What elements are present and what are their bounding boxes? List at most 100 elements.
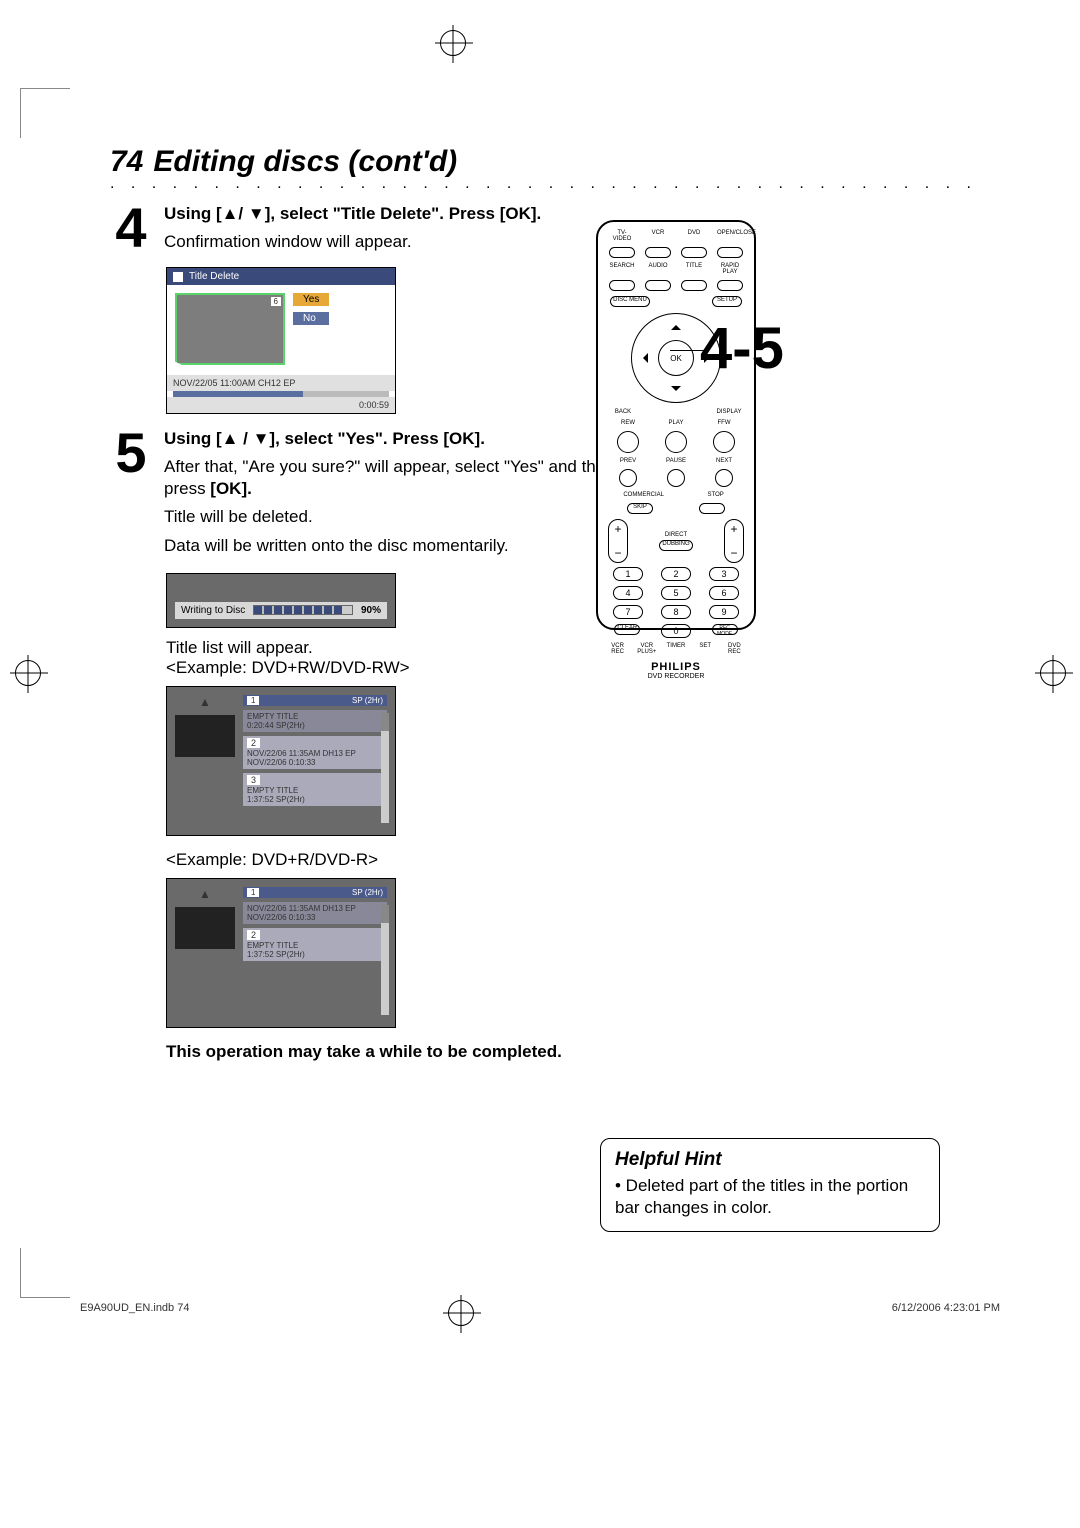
completion-note: This operation may take a while to be co… bbox=[166, 1042, 970, 1062]
btn-prev[interactable] bbox=[619, 469, 637, 487]
btn-1[interactable]: 1 bbox=[613, 567, 643, 581]
tlist1-scrollbar[interactable] bbox=[381, 713, 389, 823]
title-list-intro: Title list will appear. bbox=[166, 638, 970, 658]
step5-heading: Using [▲ / ▼], select "Yes". Press [OK]. bbox=[164, 428, 644, 450]
example2-label: <Example: DVD+R/DVD-R> bbox=[166, 850, 970, 870]
crop-mark-bl bbox=[20, 1248, 70, 1298]
step5-body2: Title will be deleted. bbox=[164, 506, 644, 528]
tlist2-n1: 1 bbox=[247, 888, 259, 897]
tlist2-sp: SP (2Hr) bbox=[352, 888, 383, 897]
btn-3[interactable]: 3 bbox=[709, 567, 739, 581]
btn-4[interactable]: 4 bbox=[613, 586, 643, 600]
lbl-dvd: DVD bbox=[681, 230, 707, 242]
lbl-ffw: FFW bbox=[711, 420, 737, 426]
lbl-timer: TIMER bbox=[666, 643, 686, 655]
tlist2-item2[interactable]: 2EMPTY TITLE1:37:52 SP(2Hr) bbox=[243, 928, 387, 961]
tlist1-item2[interactable]: 2NOV/22/06 11:35AM DH13 EPNOV/22/06 0:10… bbox=[243, 736, 387, 769]
dialog-title: Title Delete bbox=[189, 271, 239, 282]
title-delete-dialog: Title Delete 6 Yes No ▶ NOV/22/05 11:00A… bbox=[166, 267, 396, 414]
lbl-pause: PAUSE bbox=[663, 458, 689, 464]
tlist1-n1: 1 bbox=[247, 696, 259, 705]
btn-6[interactable]: 6 bbox=[709, 586, 739, 600]
step5-body1: After that, "Are you sure?" will appear,… bbox=[164, 456, 644, 500]
lbl-play: PLAY bbox=[663, 420, 689, 426]
lbl-commercial: COMMERCIAL bbox=[623, 492, 664, 498]
lbl-vcrplus: VCR PLUS+ bbox=[637, 643, 657, 655]
btn-ffw[interactable] bbox=[713, 431, 735, 453]
btn-clear[interactable]: CLEAR bbox=[614, 624, 640, 635]
writing-progress bbox=[253, 605, 353, 615]
btn-audio[interactable] bbox=[645, 280, 671, 291]
tlist2-scrollbar[interactable] bbox=[381, 905, 389, 1015]
up-arrow-icon: ▲ bbox=[175, 695, 235, 709]
btn-5[interactable]: 5 bbox=[661, 586, 691, 600]
lbl-stop: STOP bbox=[703, 492, 729, 498]
btn-rapidplay[interactable] bbox=[717, 280, 743, 291]
btn-ok[interactable]: OK bbox=[658, 340, 694, 376]
btn-dvd[interactable] bbox=[681, 247, 707, 258]
btn-openclose[interactable] bbox=[717, 247, 743, 258]
dpad-up-icon[interactable] bbox=[671, 320, 681, 330]
btn-dubbing[interactable]: DUBBING bbox=[659, 540, 693, 551]
lbl-prev: PREV bbox=[615, 458, 641, 464]
dialog-icon bbox=[173, 272, 183, 282]
hint-body: • Deleted part of the titles in the port… bbox=[615, 1175, 925, 1219]
title-dots: . . . . . . . . . . . . . . . . . . . . … bbox=[110, 175, 970, 193]
tv-vol-rocker[interactable]: +− bbox=[608, 519, 628, 563]
opt-yes[interactable]: Yes bbox=[293, 293, 329, 306]
lbl-tvvideo: TV-VIDEO bbox=[609, 230, 635, 242]
tv-ch-rocker[interactable]: +− bbox=[724, 519, 744, 563]
btn-search[interactable] bbox=[609, 280, 635, 291]
btn-play[interactable] bbox=[665, 431, 687, 453]
btn-recmode[interactable]: REC MODE bbox=[712, 624, 738, 635]
page-number: 74 bbox=[110, 145, 143, 179]
lbl-openclose: OPEN/CLOSE bbox=[717, 230, 743, 242]
step5-body3: Data will be written onto the disc momen… bbox=[164, 535, 644, 557]
btn-tvvideo[interactable] bbox=[609, 247, 635, 258]
tlist1-thumb bbox=[175, 715, 235, 757]
lbl-vcrrec: VCR REC bbox=[608, 643, 628, 655]
tlist1-item1[interactable]: EMPTY TITLE0:20:44 SP(2Hr) bbox=[243, 710, 387, 732]
lbl-dvdrec: DVD REC bbox=[724, 643, 744, 655]
btn-vcr[interactable] bbox=[645, 247, 671, 258]
remote-control-illustration: TV-VIDEO VCR DVD OPEN/CLOSE SEARCH AUDIO… bbox=[596, 220, 756, 630]
dialog-footer-left: NOV/22/05 11:00AM CH12 EP bbox=[173, 378, 295, 388]
lbl-back: BACK bbox=[610, 409, 636, 415]
btn-discmenu[interactable]: DISC MENU bbox=[610, 296, 650, 307]
dpad-down-icon[interactable] bbox=[671, 386, 681, 396]
btn-stop[interactable] bbox=[699, 503, 725, 514]
crop-mark-tl bbox=[20, 88, 70, 138]
tlist1-item3[interactable]: 3EMPTY TITLE1:37:52 SP(2Hr) bbox=[243, 773, 387, 806]
lbl-audio: AUDIO bbox=[645, 263, 671, 275]
btn-7[interactable]: 7 bbox=[613, 605, 643, 619]
lbl-next: NEXT bbox=[711, 458, 737, 464]
footer-date: 6/12/2006 4:23:01 PM bbox=[892, 1302, 1000, 1314]
btn-pause[interactable] bbox=[667, 469, 685, 487]
btn-0[interactable]: 0 bbox=[661, 624, 691, 638]
btn-9[interactable]: 9 bbox=[709, 605, 739, 619]
callout-4-5: 4-5 bbox=[700, 315, 784, 382]
brand-sub: DVD RECORDER bbox=[604, 673, 748, 680]
footer-file: E9A90UD_EN.indb 74 bbox=[80, 1302, 189, 1314]
registration-mark-left bbox=[15, 660, 41, 686]
btn-skip[interactable]: SKIP bbox=[627, 503, 653, 514]
lbl-vcr: VCR bbox=[645, 230, 671, 242]
example1-label: <Example: DVD+RW/DVD-RW> bbox=[166, 658, 970, 678]
title-list-r: ▲ 1SP (2Hr) NOV/22/06 11:35AM DH13 EPNOV… bbox=[166, 878, 396, 1028]
step5-number: 5 bbox=[110, 428, 152, 562]
lbl-set: SET bbox=[695, 643, 715, 655]
opt-no[interactable]: No bbox=[293, 312, 329, 325]
step4-number: 4 bbox=[110, 203, 152, 259]
title-list-rw: ▲ 1SP (2Hr) EMPTY TITLE0:20:44 SP(2Hr) 2… bbox=[166, 686, 396, 836]
btn-2[interactable]: 2 bbox=[661, 567, 691, 581]
btn-rew[interactable] bbox=[617, 431, 639, 453]
dpad-left-icon[interactable] bbox=[638, 353, 648, 363]
btn-8[interactable]: 8 bbox=[661, 605, 691, 619]
tlist2-item1[interactable]: NOV/22/06 11:35AM DH13 EPNOV/22/06 0:10:… bbox=[243, 902, 387, 924]
btn-next[interactable] bbox=[715, 469, 733, 487]
btn-title[interactable] bbox=[681, 280, 707, 291]
step4-heading: Using [▲/ ▼], select "Title Delete". Pre… bbox=[164, 203, 644, 225]
lbl-direct: DIRECT bbox=[663, 532, 689, 538]
btn-setup[interactable]: SETUP bbox=[712, 296, 742, 307]
writing-pct: 90% bbox=[361, 605, 381, 616]
